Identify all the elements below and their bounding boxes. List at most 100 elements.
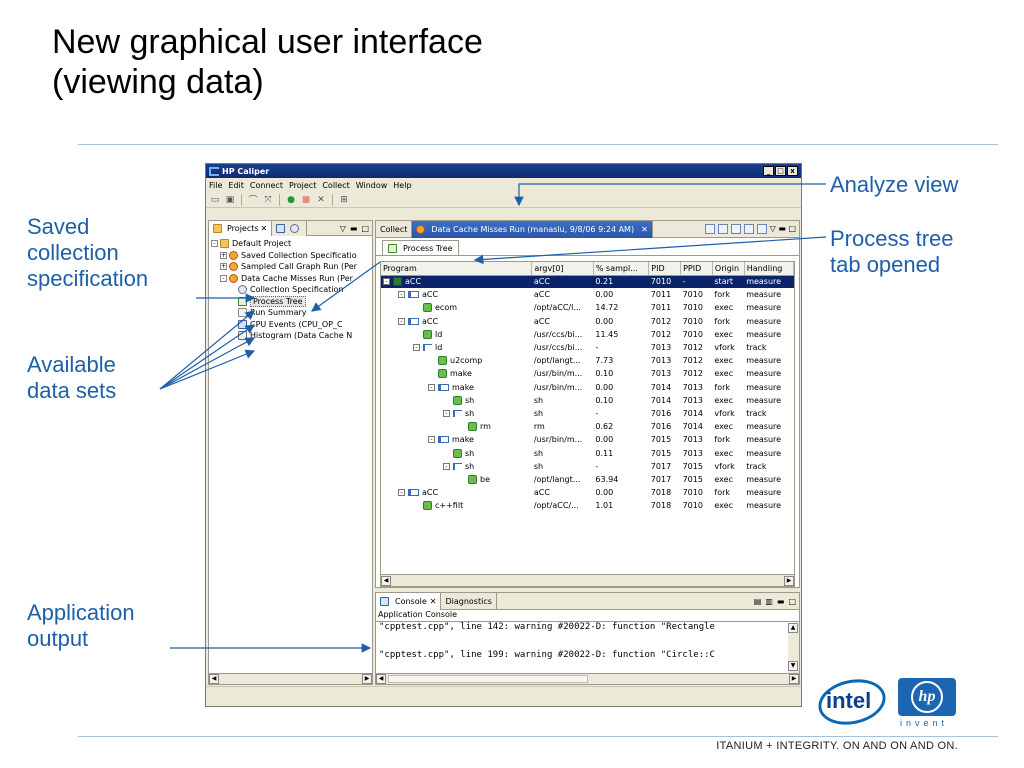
- menu-window[interactable]: Window: [356, 181, 388, 190]
- column-header-ppid[interactable]: PPID: [680, 262, 713, 276]
- table-row[interactable]: - sh sh - 7016 7014 vfork track: [381, 407, 794, 420]
- expand-icon[interactable]: +: [220, 251, 227, 259]
- collapse-icon[interactable]: -: [211, 240, 218, 248]
- view-menu-icon[interactable]: ▽ ▬ □: [770, 224, 796, 234]
- collapse-icon[interactable]: -: [428, 436, 435, 444]
- collapse-icon[interactable]: -: [220, 274, 227, 282]
- project-tree-item[interactable]: + Saved Collection Specificatio: [211, 250, 372, 262]
- column-header-argv[interactable]: argv[0]: [531, 262, 594, 276]
- table-row[interactable]: - aCC aCC 0.00 7012 7010 fork measure: [381, 315, 794, 328]
- scroll-left-icon[interactable]: ◀: [209, 674, 219, 684]
- menu-file[interactable]: File: [209, 181, 222, 190]
- collapse-icon[interactable]: -: [428, 383, 435, 391]
- page-icon[interactable]: [704, 224, 715, 234]
- collapse-icon[interactable]: -: [443, 409, 450, 417]
- table-row[interactable]: - ld/usr/ccs/bi... - 7013 7012 vfork track: [381, 341, 794, 354]
- tab-console[interactable]: Console ✕: [376, 592, 442, 610]
- column-header-pid[interactable]: PID: [648, 262, 682, 276]
- project-tree-item[interactable]: - Default Project: [211, 238, 372, 250]
- column-header-percent-samples[interactable]: % sampl...: [593, 262, 650, 276]
- close-tab-icon[interactable]: ✕: [641, 225, 648, 234]
- table-icon[interactable]: [717, 224, 728, 234]
- collapse-icon[interactable]: [743, 224, 754, 234]
- table-row[interactable]: c++filt/opt/aCC/... 1.01 7018 7010 exec measu…: [381, 499, 794, 512]
- table-row[interactable]: sh sh 0.11 7015 7013 exec measure: [381, 446, 794, 459]
- new-icon[interactable]: ▭: [209, 194, 221, 206]
- minimize-view-icon[interactable]: ▬: [777, 597, 785, 606]
- console-hscrollbar[interactable]: ◀ ▶: [376, 673, 799, 684]
- collapse-icon[interactable]: -: [398, 291, 405, 299]
- maximize-button[interactable]: □: [775, 166, 786, 176]
- clear-console-icon[interactable]: ▤: [754, 597, 762, 606]
- project-tree-item[interactable]: Collection Specification: [211, 284, 372, 296]
- table-row[interactable]: ld/usr/ccs/bi... 11.45 7012 7010 exec measure: [381, 328, 794, 341]
- column-header-origin[interactable]: Origin: [712, 262, 745, 276]
- collapse-icon[interactable]: -: [413, 344, 420, 352]
- project-tree-item[interactable]: Histogram (Data Cache N: [211, 330, 372, 342]
- scroll-left-icon[interactable]: ◀: [376, 674, 386, 684]
- chart-icon[interactable]: [730, 224, 741, 234]
- project-tree-item[interactable]: Process Tree: [211, 295, 372, 308]
- tab-diagnostics[interactable]: Diagnostics: [441, 592, 497, 610]
- maximize-view-icon[interactable]: □: [361, 224, 369, 233]
- scroll-down-icon[interactable]: ▼: [788, 661, 798, 671]
- table-row[interactable]: u2comp/opt/langt... 7.73 7013 7012 exec measu…: [381, 354, 794, 367]
- scroll-right-icon[interactable]: ▶: [789, 674, 799, 684]
- window-titlebar[interactable]: HP Caliper _ □ x: [206, 164, 801, 178]
- table-row[interactable]: - aCC aCC 0.21 7010- start measure: [381, 275, 794, 289]
- scroll-up-icon[interactable]: ▲: [788, 623, 798, 633]
- table-row[interactable]: ecom/opt/aCC/l... 14.72 7011 7010 exec measur…: [381, 301, 794, 314]
- collapse-icon[interactable]: -: [398, 489, 405, 497]
- table-row[interactable]: - make/usr/bin/m... 0.00 7015 7013 fork measur…: [381, 433, 794, 446]
- column-header-program[interactable]: Program: [381, 262, 533, 276]
- open-perspective-icon[interactable]: ⊞: [338, 194, 350, 206]
- tab-projects[interactable]: Projects ✕: [209, 220, 273, 236]
- tab-data-cache-run[interactable]: Data Cache Misses Run (manaslu, 9/8/06 9…: [412, 220, 653, 238]
- column-header-handling[interactable]: Handling: [744, 262, 795, 276]
- project-tree-item[interactable]: - Data Cache Misses Run (Per: [211, 273, 372, 285]
- table-row[interactable]: - aCC aCC 0.00 7011 7010 fork measure: [381, 288, 794, 301]
- terminate-icon[interactable]: ✕: [315, 194, 327, 206]
- disconnect-icon[interactable]: ⤧: [262, 194, 274, 206]
- table-row[interactable]: - sh sh - 7017 7015 vfork track: [381, 460, 794, 473]
- expand-icon[interactable]: [756, 224, 767, 234]
- maximize-view-icon[interactable]: □: [788, 597, 796, 606]
- connect-icon[interactable]: ⌒: [247, 194, 259, 206]
- run-icon[interactable]: ●: [285, 194, 297, 206]
- table-row[interactable]: - aCC aCC 0.00 7018 7010 fork measure: [381, 486, 794, 499]
- menu-edit[interactable]: Edit: [228, 181, 244, 190]
- table-row[interactable]: sh sh 0.10 7014 7013 exec measure: [381, 394, 794, 407]
- stop-icon[interactable]: ■: [300, 194, 312, 206]
- table-row[interactable]: - make/usr/bin/m... 0.00 7014 7013 fork measur…: [381, 381, 794, 394]
- table-row[interactable]: make/usr/bin/m... 0.10 7013 7012 exec measure: [381, 367, 794, 380]
- minimize-button[interactable]: _: [763, 166, 774, 176]
- project-tree-item[interactable]: CPU Events (CPU_OP_C: [211, 319, 372, 331]
- display-console-icon[interactable]: ▥: [765, 597, 773, 606]
- menu-project[interactable]: Project: [289, 181, 316, 190]
- menu-help[interactable]: Help: [393, 181, 411, 190]
- scroll-left-icon[interactable]: ◀: [381, 575, 391, 586]
- close-button[interactable]: x: [787, 166, 798, 176]
- table-hscrollbar[interactable]: ◀ ▶: [381, 574, 794, 586]
- close-tab-icon[interactable]: ✕: [430, 597, 437, 606]
- project-tree-item[interactable]: Run Summary: [211, 307, 372, 319]
- minimize-view-icon[interactable]: ▬: [350, 224, 358, 233]
- tab-data[interactable]: [272, 220, 308, 236]
- menu-collect[interactable]: Collect: [322, 181, 349, 190]
- project-tree-item[interactable]: + Sampled Call Graph Run (Per: [211, 261, 372, 273]
- menu-connect[interactable]: Connect: [250, 181, 283, 190]
- scroll-right-icon[interactable]: ▶: [784, 575, 794, 586]
- collapse-icon[interactable]: -: [443, 462, 450, 470]
- close-tab-icon[interactable]: ✕: [261, 224, 268, 233]
- scroll-right-icon[interactable]: ▶: [362, 674, 372, 684]
- collapse-icon[interactable]: -: [398, 317, 405, 325]
- table-row[interactable]: be/opt/langt... 63.94 7017 7015 exec measure: [381, 473, 794, 486]
- console-vscrollbar[interactable]: ▲ ▼: [788, 623, 799, 673]
- collapse-icon[interactable]: -: [383, 278, 390, 286]
- table-row[interactable]: rm rm 0.62 7016 7014 exec measure: [381, 420, 794, 433]
- expand-icon[interactable]: +: [220, 263, 227, 271]
- save-icon[interactable]: ▣: [224, 194, 236, 206]
- tab-collect[interactable]: Collect: [376, 220, 413, 238]
- tab-process-tree[interactable]: Process Tree: [382, 240, 459, 255]
- view-menu-icon[interactable]: ▽: [340, 224, 346, 233]
